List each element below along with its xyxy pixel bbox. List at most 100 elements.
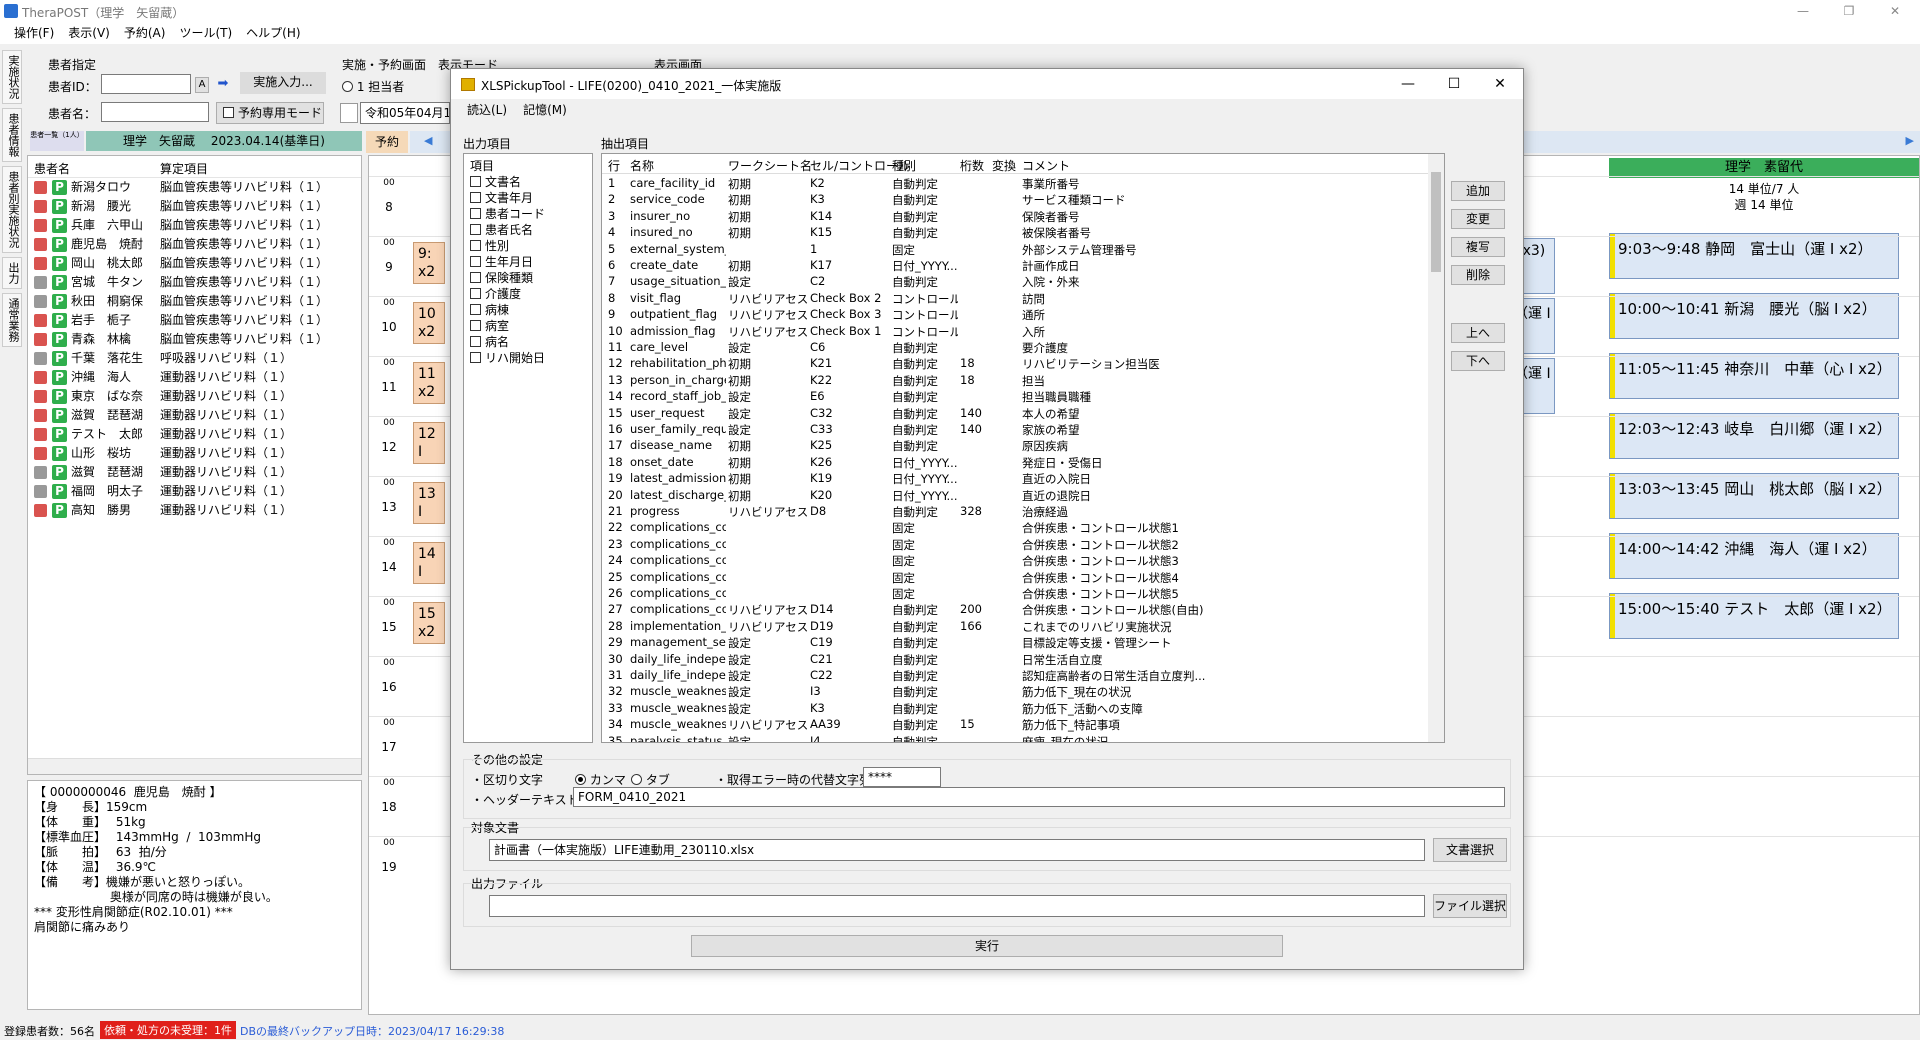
side-tab-output[interactable]: 出力 (2, 257, 22, 289)
patient-id-input[interactable] (101, 74, 191, 94)
output-item-checkbox[interactable]: リハ開始日 (470, 350, 586, 366)
dialog-close-button[interactable]: ✕ (1477, 69, 1523, 99)
partial-appointment[interactable]: 15 x2 (413, 602, 445, 644)
output-item-checkbox[interactable]: 介護度 (470, 286, 586, 302)
grid-row[interactable]: 31 daily_life_independe...設定 C22 自動判定 認知症高齢者… (602, 667, 1428, 683)
patient-row[interactable]: P 福岡 明太子 運動器リハビリ料（１） (28, 482, 361, 501)
run-button[interactable]: 実行 (691, 935, 1283, 957)
move-down-button[interactable]: 下へ (1451, 351, 1505, 371)
patient-list-button[interactable]: 患者一覧（1人） (30, 131, 84, 151)
grid-col-header[interactable]: ワークシート名 (728, 157, 812, 174)
grid-row[interactable]: 22 complications_contr... 固定 合併疾患・コントロール状態1 (602, 519, 1428, 535)
patient-row[interactable]: P 岩手 栀子 脳血管疾患等リハビリ料（１） (28, 311, 361, 330)
grid-row[interactable]: 9 outpatient_flag リハビリアセスメン...Check Box 3 コ… (602, 306, 1428, 322)
partial-appointment[interactable]: 11 x2 (413, 362, 445, 404)
delete-button[interactable]: 削除 (1451, 265, 1505, 285)
grid-row[interactable]: 10 admission_flag リハビリアセスメン...Check Box 1 コ… (602, 323, 1428, 339)
side-tab-patient-info[interactable]: 患者情報 (2, 108, 22, 162)
grid-row[interactable]: 34 muscle_weakness_n...リハビリアセスメン...AA39 自動… (602, 716, 1428, 732)
output-item-checkbox[interactable]: 性別 (470, 238, 586, 254)
side-tab-patient-status[interactable]: 患者別実施状況 (2, 166, 22, 253)
calendar-icon[interactable] (340, 103, 358, 123)
menu-operation[interactable]: 操作(F) (0, 22, 54, 44)
grid-col-header[interactable]: 名称 (630, 157, 654, 174)
input-button[interactable]: 実施入力... (240, 72, 326, 94)
a-button[interactable]: A (195, 77, 209, 93)
grid-row[interactable]: 35 paralysis_status 設定 I4 自動判定 麻痺_現在の状況 (602, 733, 1428, 742)
grid-row[interactable]: 16 user_family_request設定 C33 自動判定 140 家族の希望 (602, 421, 1428, 437)
appointment-card[interactable]: 11:05～11:45 神奈川 中華（心 I x2） (1609, 353, 1899, 399)
partial-appointment[interactable]: 12 I (413, 422, 445, 464)
output-item-checkbox[interactable]: 病名 (470, 334, 586, 350)
dialog-menu-memory[interactable]: 記憶(M) (507, 99, 567, 121)
next-arrow-icon[interactable]: ▶ (1906, 134, 1914, 147)
partial-appointment[interactable]: 13 I (413, 482, 445, 524)
select-file-button[interactable]: ファイル選択 (1433, 894, 1507, 918)
grid-row[interactable]: 23 complications_contr... 固定 合併疾患・コントロール状態2 (602, 536, 1428, 552)
target-doc-input[interactable]: 計画書（一体実施版）LIFE連動用_230110.xlsx (489, 839, 1425, 861)
error-string-input[interactable]: **** (863, 767, 941, 787)
grid-row[interactable]: 4 insured_no 初期 K15 自動判定 被保険者番号 (602, 224, 1428, 240)
patient-row[interactable]: P 岡山 桃太郎 脳血管疾患等リハビリ料（１） (28, 254, 361, 273)
grid-col-header[interactable]: 種別 (892, 157, 916, 174)
menu-tools[interactable]: ツール(T) (165, 22, 232, 44)
partial-appointment[interactable]: 10 x2 (413, 302, 445, 344)
output-item-checkbox[interactable]: 患者コード (470, 206, 586, 222)
appointment-card[interactable]: 15:00～15:40 テスト 太郎（運 I x2） (1609, 593, 1899, 639)
prev-arrow-icon[interactable]: ◀ (424, 134, 432, 147)
appointment-card[interactable]: 10:00～10:41 新潟 腰光（脳 I x2） (1609, 293, 1899, 339)
patient-row[interactable]: P 鹿児島 焼酎 脳血管疾患等リハビリ料（１） (28, 235, 361, 254)
output-item-checkbox[interactable]: 病棟 (470, 302, 586, 318)
dialog-maximize-button[interactable]: ☐ (1431, 69, 1477, 99)
option-staff[interactable]: 1 担当者 (342, 78, 404, 95)
grid-row[interactable]: 3 insurer_no 初期 K14 自動判定 保険者番号 (602, 208, 1428, 224)
col-patient-name[interactable]: 患者名 (34, 160, 70, 177)
appointment-card[interactable]: 12:03～12:43 岐阜 白川郷（運 I x2） (1609, 413, 1899, 459)
grid-row[interactable]: 18 onset_date 初期 K26 日付_YYYY... 発症日・受傷日 (602, 454, 1428, 470)
grid-col-header[interactable]: 変換 (992, 157, 1016, 174)
grid-row[interactable]: 7 usage_situation_flag設定 C2 自動判定 入院・外来 (602, 273, 1428, 289)
patient-row[interactable]: P 秋田 桐窮保 脳血管疾患等リハビリ料（１） (28, 292, 361, 311)
restore-button[interactable]: ❐ (1826, 0, 1872, 22)
output-item-checkbox[interactable]: 生年月日 (470, 254, 586, 270)
patient-row[interactable]: P 東京 ばな奈 運動器リハビリ料（１） (28, 387, 361, 406)
col-item[interactable]: 算定項目 (160, 160, 208, 177)
grid-scroll-thumb[interactable] (1431, 172, 1441, 272)
add-button[interactable]: 追加 (1451, 181, 1505, 201)
grid-col-header[interactable]: 桁数 (960, 157, 984, 174)
header-text-input[interactable]: FORM_0410_2021 (573, 787, 1505, 807)
patient-row[interactable]: P 滋賀 琵琶湖 運動器リハビリ料（１） (28, 406, 361, 425)
grid-row[interactable]: 17 disease_name 初期 K25 自動判定 原因疾病 (602, 437, 1428, 453)
minimize-button[interactable]: — (1780, 0, 1826, 22)
appointment-card[interactable]: 9:03～9:48 静岡 富士山（運 I x2） (1609, 233, 1899, 279)
side-tab-normal[interactable]: 通常業務 (2, 293, 22, 347)
partial-appointment[interactable]: 14 I (413, 542, 445, 584)
reservation-tab[interactable]: 予約 (366, 131, 408, 153)
grid-row[interactable]: 33 muscle_weakness_i...設定 K3 自動判定 筋力低下_活動への支… (602, 700, 1428, 716)
grid-row[interactable]: 11 care_level 設定 C6 自動判定 要介護度 (602, 339, 1428, 355)
output-item-checkbox[interactable]: 患者氏名 (470, 222, 586, 238)
copy-button[interactable]: 複写 (1451, 237, 1505, 257)
patient-row[interactable]: P 新潟 腰光 脳血管疾患等リハビリ料（１） (28, 197, 361, 216)
patient-name-input[interactable] (101, 102, 209, 122)
grid-row[interactable]: 32 muscle_weakness_s...設定 I3 自動判定 筋力低下_現在の状況 (602, 683, 1428, 699)
menu-view[interactable]: 表示(V) (54, 22, 110, 44)
status-alert[interactable]: 依頼・処方の未受理：1件 (100, 1021, 236, 1039)
go-arrow-icon[interactable]: ➡ (214, 76, 232, 94)
patient-row[interactable]: P 青森 林檎 脳血管疾患等リハビリ料（１） (28, 330, 361, 349)
appointment-card[interactable]: 13:03～13:45 岡山 桃太郎（脳 I x2） (1609, 473, 1899, 519)
partial-appointment[interactable]: 9: x2 (413, 242, 445, 284)
appointment-card[interactable]: 14:00～14:42 沖縄 海人（運 I x2） (1609, 533, 1899, 579)
grid-scrollbar[interactable] (1428, 154, 1444, 742)
grid-row[interactable]: 26 complications_contr... 固定 合併疾患・コントロール状態5 (602, 585, 1428, 601)
patient-row[interactable]: P テスト 太郎 運動器リハビリ料（１） (28, 425, 361, 444)
delim-comma-radio[interactable]: カンマ (575, 771, 626, 788)
menu-reservation[interactable]: 予約(A) (110, 22, 166, 44)
close-button[interactable]: ✕ (1872, 0, 1918, 22)
grid-row[interactable]: 30 daily_life_independe...設定 C21 自動判定 日常生活自立… (602, 651, 1428, 667)
patient-list-scrollbar[interactable] (28, 758, 361, 774)
grid-row[interactable]: 25 complications_contr... 固定 合併疾患・コントロール状態4 (602, 569, 1428, 585)
grid-row[interactable]: 29 management_seat_fl...設定 C19 自動判定 目標設定等支援・… (602, 634, 1428, 650)
grid-row[interactable]: 12 rehabilitation_physi...初期 K21 自動判定 18 リハビリ… (602, 355, 1428, 371)
grid-row[interactable]: 13 person_in_charge 初期 K22 自動判定 18 担当 (602, 372, 1428, 388)
